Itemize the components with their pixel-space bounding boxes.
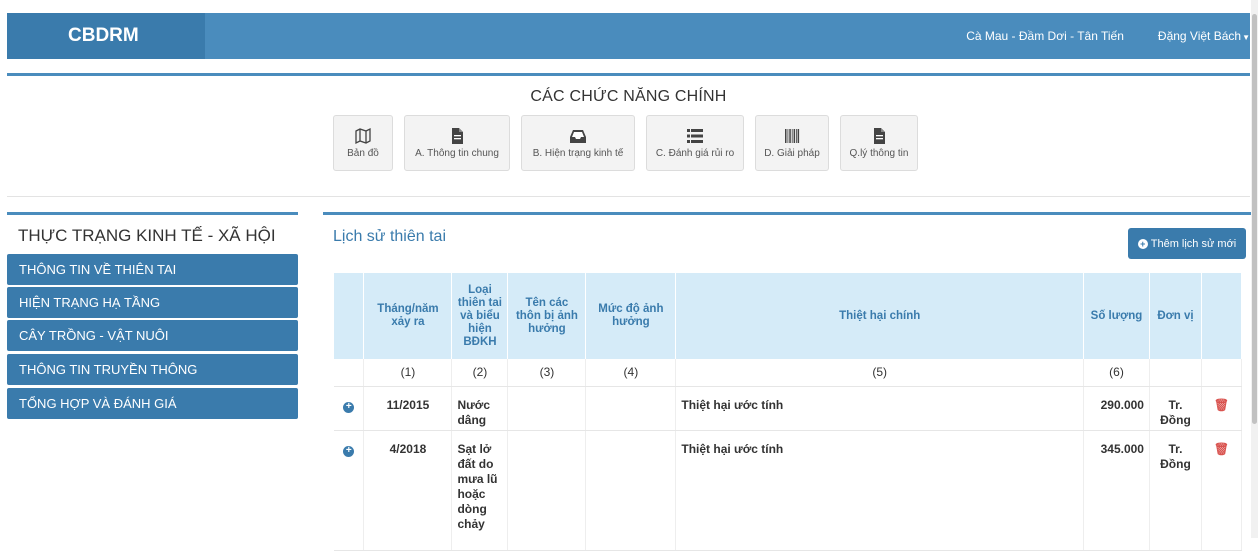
- inbox-icon: [569, 127, 587, 145]
- general-info-label: A. Thông tin chung: [415, 148, 499, 159]
- functions-toolbar: Bản đồ A. Thông tin chung B. Hiện trạng …: [333, 115, 929, 171]
- navbar-right: Cà Mau - Đầm Dơi - Tân Tiến Đặng Việt Bá…: [966, 13, 1250, 59]
- row-quantity: 290.000: [1083, 386, 1150, 431]
- sidebar-title: THỰC TRẠNG KINH TẾ - XÃ HỘI: [7, 212, 298, 252]
- expand-row-icon[interactable]: +: [343, 445, 355, 457]
- economic-status-button[interactable]: B. Hiện trạng kinh tế: [521, 115, 635, 171]
- table-header-row: Tháng/năm xảy ra Loại thiên tai và biểu …: [334, 273, 1243, 359]
- risk-assessment-label: C. Đánh giá rủi ro: [655, 148, 735, 159]
- map-icon: [354, 127, 372, 145]
- row-type: Sạt lở đất do mưa lũ hoặc dòng chảy: [451, 430, 509, 551]
- col-number: (2): [451, 359, 509, 387]
- location-link[interactable]: Cà Mau - Đầm Dơi - Tân Tiến: [966, 29, 1124, 43]
- header-actions: [1201, 273, 1243, 359]
- header-date: Tháng/năm xảy ra: [363, 273, 453, 359]
- map-button-label: Bản đồ: [347, 148, 379, 159]
- row-damage: Thiệt hại ước tính: [675, 386, 1084, 431]
- barcode-icon: [783, 127, 801, 145]
- main-functions-panel: CÁC CHỨC NĂNG CHÍNH Bản đồ A. Thông tin …: [7, 73, 1250, 197]
- sidebar-item-infrastructure[interactable]: HIỆN TRẠNG HẠ TẦNG: [7, 287, 298, 318]
- header-expand: [334, 273, 365, 359]
- functions-title: CÁC CHỨC NĂNG CHÍNH: [530, 88, 727, 105]
- col-number: (3): [507, 359, 587, 387]
- trash-icon[interactable]: 🗑: [1214, 442, 1229, 456]
- row-villages: [507, 386, 587, 431]
- row-unit: Tr. Đồng: [1149, 430, 1202, 551]
- page-scrollbar[interactable]: [1251, 0, 1258, 538]
- col-number: (1): [363, 359, 453, 387]
- plus-circle-icon: +: [1137, 238, 1148, 249]
- row-type: Nước dâng: [451, 386, 509, 431]
- row-date: 4/2018: [363, 430, 453, 551]
- panel-title: Lịch sử thiên tai: [333, 228, 446, 245]
- disaster-history-table: Tháng/năm xảy ra Loại thiên tai và biểu …: [334, 273, 1243, 551]
- risk-assessment-button[interactable]: C. Đánh giá rủi ro: [646, 115, 744, 171]
- disaster-history-panel: Lịch sử thiên tai + Thêm lịch sử mới Thá…: [323, 212, 1252, 551]
- sidebar-item-disaster-info[interactable]: THÔNG TIN VỀ THIÊN TAI: [7, 254, 298, 285]
- user-menu[interactable]: Đặng Việt Bách▼: [1158, 29, 1250, 43]
- economic-status-label: B. Hiện trạng kinh tế: [532, 148, 624, 159]
- header-type: Loại thiên tai và biểu hiện BĐKH: [451, 273, 509, 359]
- table-row: + 11/2015 Nước dâng Thiệt hại ước tính 2…: [334, 386, 1243, 431]
- row-level: [585, 386, 677, 431]
- file-icon: [870, 127, 888, 145]
- header-villages: Tên các thôn bị ảnh hưởng: [507, 273, 587, 359]
- row-level: [585, 430, 677, 551]
- col-number: (5): [675, 359, 1084, 387]
- user-name: Đặng Việt Bách: [1157, 29, 1242, 43]
- header-level: Mức độ ảnh hưởng: [585, 273, 677, 359]
- general-info-button[interactable]: A. Thông tin chung: [404, 115, 510, 171]
- solutions-label: D. Giải pháp: [764, 148, 820, 159]
- trash-icon[interactable]: 🗑: [1214, 398, 1229, 412]
- scrollbar-thumb[interactable]: [1252, 14, 1257, 424]
- expand-row-icon[interactable]: +: [343, 401, 355, 413]
- info-management-label: Q.lý thông tin: [849, 148, 909, 159]
- row-villages: [507, 430, 587, 551]
- table-row: + 4/2018 Sạt lở đất do mưa lũ hoặc dòng …: [334, 430, 1243, 551]
- sidebar-item-summary[interactable]: TỔNG HỢP VÀ ĐÁNH GIÁ: [7, 388, 298, 419]
- column-number-row: (1) (2) (3) (4) (5) (6): [334, 359, 1243, 387]
- col-number: (6): [1083, 359, 1150, 387]
- map-button[interactable]: Bản đồ: [333, 115, 393, 171]
- list-icon: [686, 127, 704, 145]
- row-unit: Tr. Đồng: [1149, 386, 1202, 431]
- info-management-button[interactable]: Q.lý thông tin: [840, 115, 918, 171]
- solutions-button[interactable]: D. Giải pháp: [755, 115, 829, 171]
- header-unit: Đơn vị: [1149, 273, 1202, 359]
- brand-logo[interactable]: CBDRM: [7, 13, 205, 59]
- header-damage: Thiệt hại chính: [675, 273, 1084, 359]
- row-damage: Thiệt hại ước tính: [675, 430, 1084, 551]
- row-quantity: 345.000: [1083, 430, 1150, 551]
- top-navbar: CBDRM Cà Mau - Đầm Dơi - Tân Tiến Đặng V…: [7, 13, 1250, 59]
- col-number: (4): [585, 359, 677, 387]
- sidebar-item-communication[interactable]: THÔNG TIN TRUYỀN THÔNG: [7, 354, 298, 385]
- row-date: 11/2015: [363, 386, 453, 431]
- sidebar-item-crops-livestock[interactable]: CÂY TRỒNG - VẬT NUÔI: [7, 320, 298, 351]
- header-quantity: Số lượng: [1083, 273, 1150, 359]
- add-history-button[interactable]: + Thêm lịch sử mới: [1128, 228, 1246, 259]
- file-icon: [448, 127, 466, 145]
- caret-down-icon: ▼: [1242, 33, 1250, 42]
- add-history-label: Thêm lịch sử mới: [1150, 237, 1237, 250]
